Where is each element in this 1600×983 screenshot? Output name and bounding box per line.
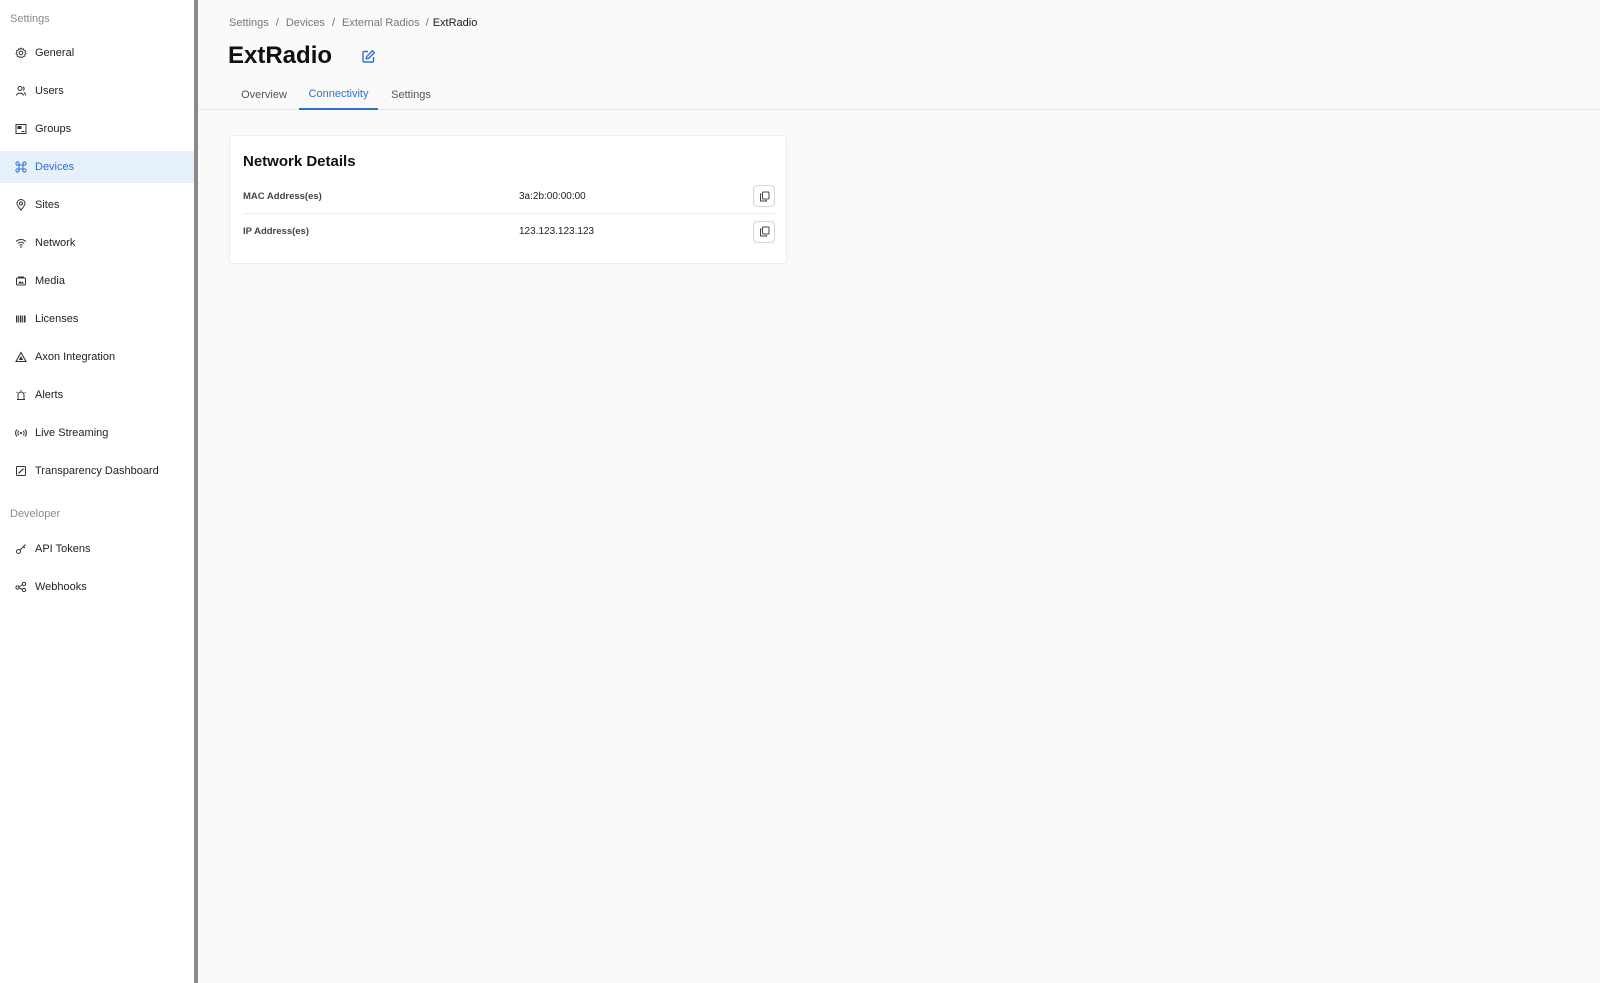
wifi-icon <box>15 237 27 249</box>
sidebar-item-label: Media <box>35 275 65 287</box>
mac-address-row: MAC Address(es) 3a:2b:00:00:00 <box>243 179 775 214</box>
broadcast-icon <box>15 427 27 439</box>
sidebar-item-licenses[interactable]: Licenses <box>0 303 194 335</box>
breadcrumb-external-radios[interactable]: External Radios <box>342 17 420 29</box>
breadcrumb-devices[interactable]: Devices <box>286 17 325 29</box>
sidebar-item-sites[interactable]: Sites <box>0 189 194 221</box>
tab-settings[interactable]: Settings <box>388 80 434 110</box>
sidebar: Settings General Users Groups Devices Si… <box>0 0 194 983</box>
sidebar-item-label: General <box>35 47 75 59</box>
sidebar-item-network[interactable]: Network <box>0 227 194 259</box>
sidebar-item-label: Devices <box>35 161 75 173</box>
sidebar-item-devices[interactable]: Devices <box>0 151 194 183</box>
ip-address-value: 123.123.123.123 <box>519 226 595 237</box>
users-icon <box>15 85 27 97</box>
mac-address-label: MAC Address(es) <box>243 190 322 202</box>
card-title: Network Details <box>243 153 356 170</box>
location-pin-icon <box>15 199 27 211</box>
sidebar-item-general[interactable]: General <box>0 37 194 69</box>
tab-connectivity[interactable]: Connectivity <box>299 80 378 110</box>
webhook-icon <box>15 581 27 593</box>
sidebar-item-label: Live Streaming <box>35 427 109 439</box>
siren-icon <box>15 389 27 401</box>
breadcrumb-current: ExtRadio <box>432 17 478 29</box>
breadcrumb-separator: / <box>275 17 279 29</box>
sidebar-item-live-streaming[interactable]: Live Streaming <box>0 417 194 449</box>
gear-icon <box>15 47 27 59</box>
edit-icon <box>361 49 376 64</box>
sidebar-item-label: Transparency Dashboard <box>35 465 159 477</box>
copy-icon <box>759 191 770 202</box>
sidebar-item-alerts[interactable]: Alerts <box>0 379 194 411</box>
sidebar-item-label: Groups <box>35 123 72 135</box>
network-details-card: Network Details MAC Address(es) 3a:2b:00… <box>229 135 787 264</box>
ip-address-label: IP Address(es) <box>243 226 309 237</box>
sidebar-item-label: Axon Integration <box>35 351 116 363</box>
tab-overview[interactable]: Overview <box>238 80 290 110</box>
sidebar-item-api-tokens[interactable]: API Tokens <box>0 533 194 565</box>
key-icon <box>15 543 27 555</box>
axon-icon <box>15 351 27 363</box>
ip-address-row: IP Address(es) 123.123.123.123 <box>243 214 775 249</box>
tab-bar: Overview Connectivity Settings <box>198 80 1600 110</box>
sidebar-section-developer: Developer <box>10 508 61 520</box>
copy-icon <box>759 226 770 237</box>
groups-icon <box>15 123 27 135</box>
dashboard-icon <box>15 465 27 477</box>
breadcrumb-settings[interactable]: Settings <box>229 17 269 29</box>
mac-address-value: 3a:2b:00:00:00 <box>519 190 586 202</box>
sidebar-item-label: Webhooks <box>35 581 87 593</box>
sidebar-item-label: API Tokens <box>35 543 91 555</box>
edit-title-button[interactable] <box>359 47 377 65</box>
sidebar-item-transparency-dashboard[interactable]: Transparency Dashboard <box>0 455 194 487</box>
sidebar-item-label: Sites <box>35 199 60 211</box>
devices-icon <box>15 161 27 173</box>
sidebar-item-webhooks[interactable]: Webhooks <box>0 571 194 603</box>
sidebar-item-users[interactable]: Users <box>0 75 194 107</box>
sidebar-resize-handle[interactable] <box>194 0 198 983</box>
sidebar-item-label: Users <box>35 85 64 97</box>
breadcrumb-separator: / <box>425 17 429 29</box>
sidebar-item-groups[interactable]: Groups <box>0 113 194 145</box>
sidebar-item-label: Network <box>35 237 76 249</box>
sidebar-item-label: Alerts <box>35 389 64 401</box>
sidebar-item-media[interactable]: Media <box>0 265 194 297</box>
breadcrumb-separator: / <box>331 17 335 29</box>
copy-ip-button[interactable] <box>753 220 775 243</box>
page-title: ExtRadio <box>228 42 333 69</box>
sidebar-section-settings: Settings <box>10 13 50 25</box>
barcode-icon <box>15 313 27 325</box>
media-icon <box>15 275 27 287</box>
sidebar-item-axon-integration[interactable]: Axon Integration <box>0 341 194 373</box>
sidebar-item-label: Licenses <box>35 313 79 325</box>
copy-mac-button[interactable] <box>753 185 775 207</box>
breadcrumb: Settings / Devices / External Radios / E… <box>229 17 477 29</box>
